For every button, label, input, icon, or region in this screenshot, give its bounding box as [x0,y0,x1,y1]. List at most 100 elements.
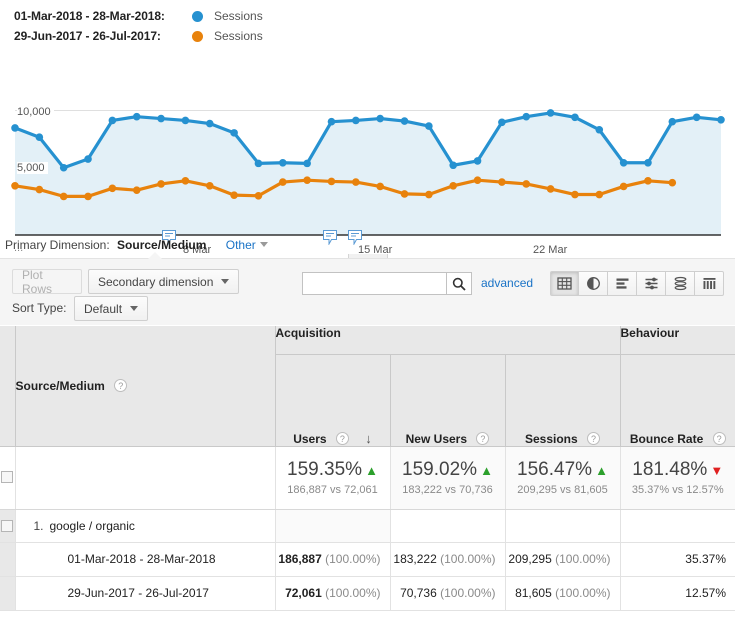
view-type-table-button[interactable] [550,271,579,296]
view-type-group [550,271,724,296]
row-new-users-percent: (100.00%) [440,552,495,566]
comparison-icon [673,276,688,291]
report-data-table: Source/Medium ? Acquisition Behaviour Us… [0,326,735,611]
summary-users-percent-wrap: 159.35%▲ [276,459,390,481]
view-type-pivot-button[interactable] [695,271,724,296]
help-icon[interactable]: ? [713,432,726,445]
row-new-users-value: 183,222 [393,552,436,566]
summary-users-cell: 159.35%▲ 186,887 vs 72,061 [275,446,390,509]
search-icon [452,277,466,291]
row-users-value: 186,887 [278,552,321,566]
row-date-range: 01-Mar-2018 - 28-Mar-2018 [15,542,275,576]
header-group-behaviour-label: Behaviour [621,326,680,340]
row-select-checkbox[interactable] [1,520,13,532]
header-source-medium[interactable]: Source/Medium ? [15,326,275,446]
row-users-percent: (100.00%) [325,552,380,566]
view-type-comparison-button[interactable] [666,271,695,296]
legend-dot-blue [192,11,203,22]
other-label: Other [226,238,256,252]
row-users-percent: (100.00%) [325,586,380,600]
help-icon[interactable]: ? [587,432,600,445]
summary-dimension-cell [15,446,275,509]
search-button[interactable] [446,272,472,295]
bar-chart-icon [615,276,630,291]
advanced-link[interactable]: advanced [481,276,533,290]
pivot-table-icon [702,276,717,291]
view-type-performance-button[interactable] [637,271,666,296]
sort-type-value: Default [84,302,122,316]
sort-type-label: Sort Type: [12,301,66,315]
help-icon[interactable]: ? [476,432,489,445]
plot-rows-label: Plot Rows [22,268,72,296]
row-users-value: 72,061 [285,586,322,600]
table-row[interactable]: 29-Jun-2017 - 26-Jul-2017 72,061 (100.00… [0,576,735,610]
performance-icon [644,276,659,291]
table-summary-row: 159.35%▲ 186,887 vs 72,061 159.02%▲ 183,… [0,446,735,509]
table-row[interactable]: 01-Mar-2018 - 28-Mar-2018 186,887 (100.0… [0,542,735,576]
header-metric-users[interactable]: Users ? ↓ [275,354,390,446]
plot-rows-button[interactable]: Plot Rows [12,269,82,294]
chevron-down-icon [260,242,268,247]
table-group-row[interactable]: 1.google / organic [0,509,735,542]
group-name[interactable]: google / organic [50,519,135,533]
header-metric-users-label: Users [293,432,326,446]
chart-legend: 01-Mar-2018 - 28-Mar-2018: Sessions 29-J… [0,0,735,46]
arrow-down-icon: ▼ [710,463,723,478]
header-metric-sessions-label: Sessions [525,432,578,446]
analytics-report-page: 01-Mar-2018 - 28-Mar-2018: Sessions 29-J… [0,0,735,643]
summary-sessions-cell: 156.47%▲ 209,295 vs 81,605 [505,446,620,509]
header-metric-sessions[interactable]: Sessions ? [505,354,620,446]
legend-row-current: 01-Mar-2018 - 28-Mar-2018: Sessions [14,6,735,26]
primary-dimension-value[interactable]: Source/Medium [117,238,206,252]
row-new-users-cell: 183,222 (100.00%) [390,542,505,576]
row-sessions-cell: 209,295 (100.00%) [505,542,620,576]
sessions-timeseries-chart[interactable]: 10,000 5,000 ... 8 Mar 15 Mar 22 Mar [0,50,735,200]
select-all-checkbox[interactable] [1,471,13,483]
arrow-up-icon: ▲ [365,463,378,478]
summary-checkbox-cell [0,446,15,509]
row-users-cell: 72,061 (100.00%) [275,576,390,610]
chevron-down-icon [130,306,138,311]
help-icon[interactable]: ? [114,379,127,392]
header-metric-bounce-rate[interactable]: Bounce Rate ? [620,354,735,446]
summary-new-users-detail: 183,222 vs 70,736 [391,484,505,496]
header-group-behaviour: Behaviour [620,326,735,354]
chart-canvas [0,50,735,240]
pie-chart-icon [586,276,601,291]
header-group-acquisition-label: Acquisition [276,326,341,340]
help-icon[interactable]: ? [336,432,349,445]
summary-bounce-rate-percent: 181.48% [632,459,707,480]
header-metric-new-users[interactable]: New Users ? [390,354,505,446]
table-group-header-row: Source/Medium ? Acquisition Behaviour [0,326,735,354]
search-input[interactable] [303,273,458,294]
sort-type-select[interactable]: Default [74,296,148,321]
legend-series-compare: Sessions [214,29,263,43]
secondary-dimension-label: Secondary dimension [98,275,213,289]
view-type-bar-button[interactable] [608,271,637,296]
table-grid-icon [557,276,572,291]
legend-dot-orange [192,31,203,42]
view-type-pie-button[interactable] [579,271,608,296]
summary-new-users-cell: 159.02%▲ 183,222 vs 70,736 [390,446,505,509]
row-checkbox-cell [0,542,15,576]
row-sessions-percent: (100.00%) [555,552,610,566]
row-users-cell: 186,887 (100.00%) [275,542,390,576]
sort-descending-icon: ↓ [365,431,372,446]
group-label-cell: 1.google / organic [15,509,275,542]
chevron-down-icon [221,279,229,284]
row-sessions-cell: 81,605 (100.00%) [505,576,620,610]
primary-dimension-bar: Primary Dimension: Source/Medium Other [0,238,735,252]
search-field-wrapper[interactable] [302,272,458,295]
secondary-dimension-button[interactable]: Secondary dimension [88,269,239,294]
y-axis-label-10000: 10,000 [17,106,54,118]
row-sessions-value: 209,295 [508,552,551,566]
group-bounce-rate-cell [620,509,735,542]
arrow-up-icon: ▲ [595,463,608,478]
primary-dimension-other[interactable]: Other [226,238,268,252]
summary-bounce-rate-cell: 181.48%▼ 35.37% vs 12.57% [620,446,735,509]
row-bounce-rate-value: 12.57% [685,586,726,600]
row-checkbox-cell [0,509,15,542]
header-checkbox-spacer [0,326,15,446]
summary-sessions-detail: 209,295 vs 81,605 [506,484,620,496]
summary-bounce-rate-detail: 35.37% vs 12.57% [621,484,735,496]
